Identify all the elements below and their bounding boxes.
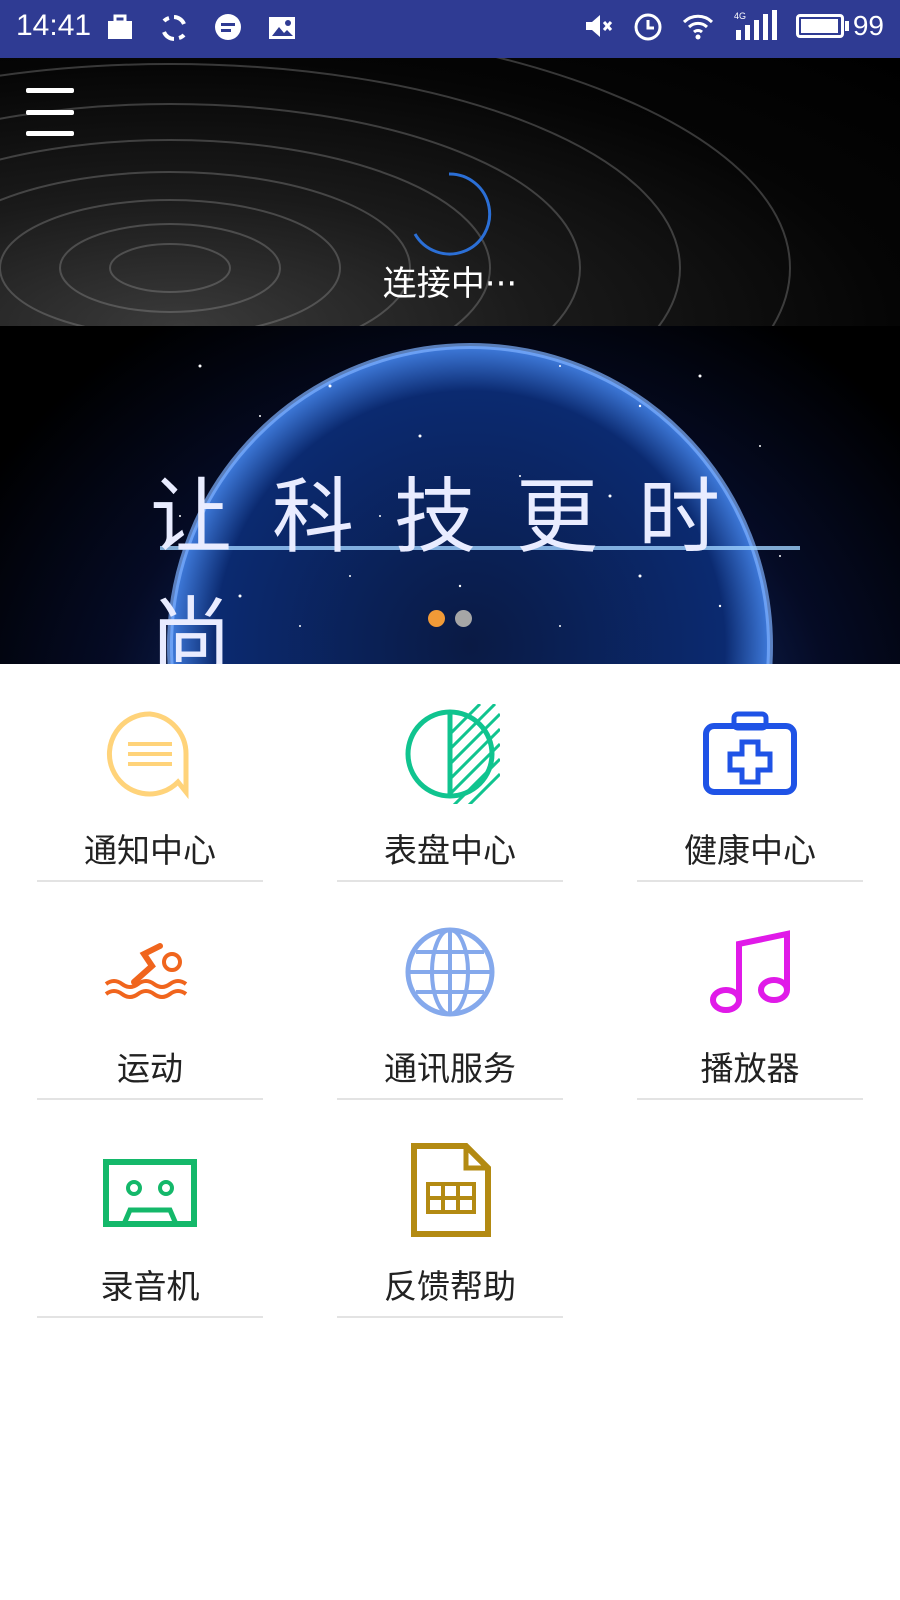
page-dot[interactable] [455,610,472,627]
briefcase-icon [108,14,132,39]
tile-label: 反馈帮助 [384,1267,516,1306]
battery-indicator: 99 [795,10,884,42]
status-time: 14:41 [16,9,92,42]
tile-watch-face-center[interactable]: 表盘中心 [337,664,563,882]
loading-spinner [413,172,492,256]
tile-label: 录音机 [100,1267,200,1306]
tile-label: 播放器 [700,1049,800,1088]
sync-icon [162,15,186,41]
message-icon [106,711,189,800]
menu-button[interactable] [26,88,74,136]
chat-icon [215,14,241,40]
tile-label: 表盘中心 [384,831,516,870]
swimming-icon [104,943,188,999]
alarm-icon [634,13,662,41]
page-indicator [428,610,472,627]
globe-icon [405,927,495,1017]
tile-player[interactable]: 播放器 [637,882,863,1100]
watch-face-icon [405,704,500,804]
tile-health-center[interactable]: 健康中心 [637,664,863,882]
cassette-icon [103,1159,197,1227]
tile-notification-center[interactable]: 通知中心 [37,664,263,882]
tile-label: 运动 [117,1049,183,1088]
banner-title: 让科技更时尚 [150,470,761,664]
mute-icon [585,15,612,37]
battery-icon [795,14,844,38]
wifi-icon [682,14,713,40]
svg-text:4G: 4G [734,11,746,21]
battery-level: 99 [852,10,884,41]
tile-communication-service[interactable]: 通讯服务 [337,882,563,1100]
tile-label: 通知中心 [84,831,216,870]
tile-recorder[interactable]: 录音机 [37,1100,263,1318]
tile-feedback-help[interactable]: 反馈帮助 [337,1100,563,1318]
status-bar: 14:41 4G 99 [0,0,900,58]
medical-kit-icon [703,711,797,795]
connecting-text: 连接中··· [382,264,518,304]
promo-banner[interactable]: 让科技更时尚 [0,326,900,664]
tile-label: 健康中心 [684,831,816,870]
connection-header: 连接中··· [0,58,900,326]
tile-sport[interactable]: 运动 [37,882,263,1100]
page-dot-active[interactable] [428,610,445,627]
gallery-icon [269,17,295,39]
tile-label: 通讯服务 [384,1049,516,1088]
music-note-icon [710,930,790,1013]
signal-4g-icon: 4G [734,10,777,40]
menu-icon [26,88,74,93]
document-icon [411,1143,491,1237]
